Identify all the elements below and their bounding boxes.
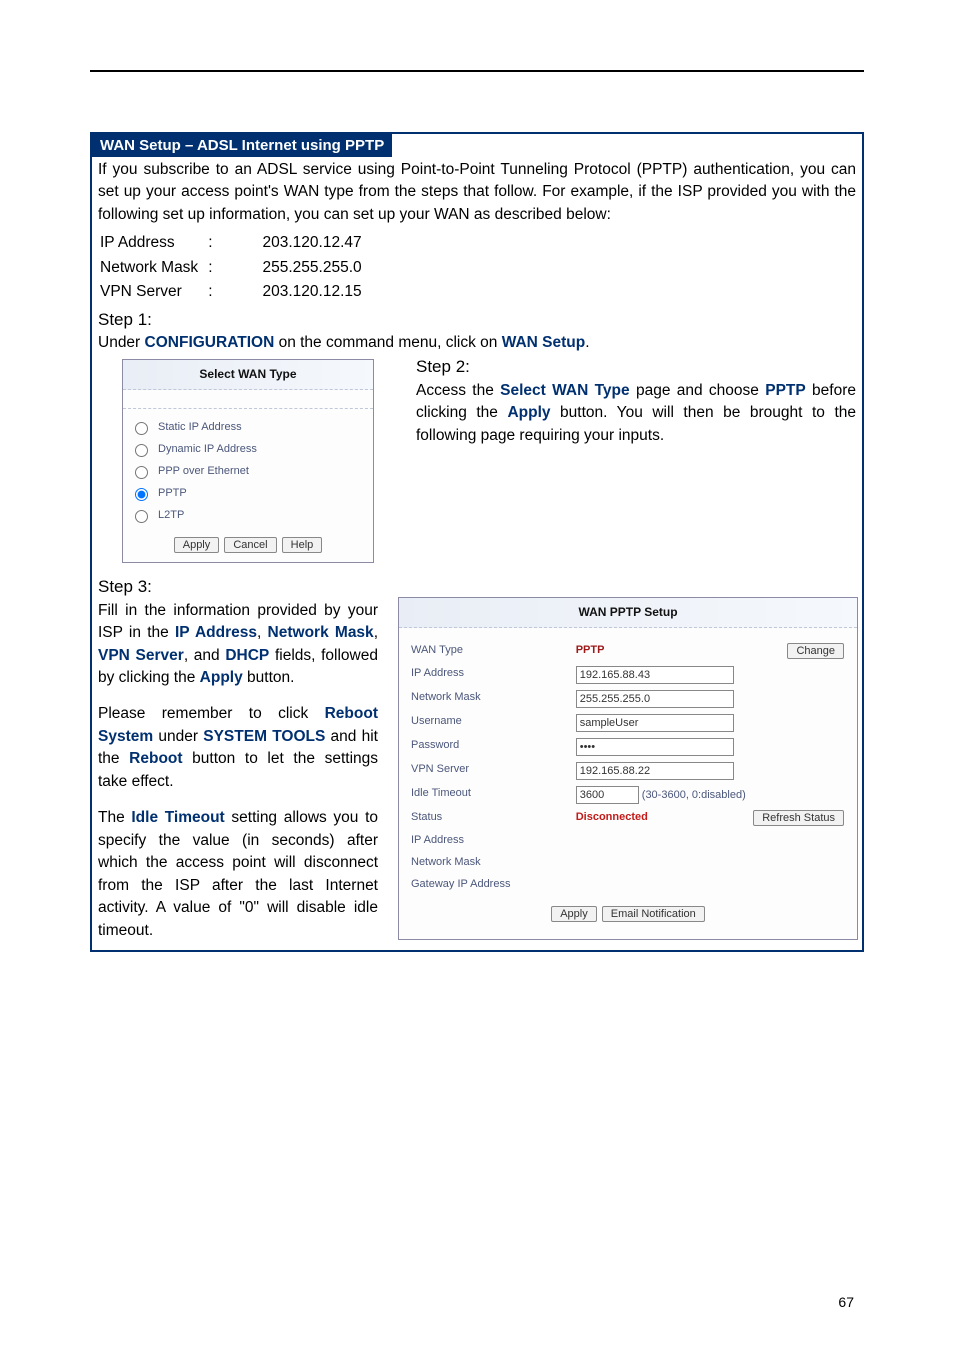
isp-mask-label: Network Mask [100, 257, 206, 279]
radio-input[interactable] [135, 510, 148, 523]
step1-heading: Step 1: [98, 308, 856, 333]
page-number: 67 [838, 1294, 854, 1310]
radio-label: L2TP [158, 508, 184, 524]
fig2-refresh-button[interactable]: Refresh Status [753, 810, 844, 826]
radio-label: Dynamic IP Address [158, 442, 257, 458]
fig2-status-label: Status [407, 807, 572, 830]
fig2-idle-hint: (30-3600, 0:disabled) [642, 789, 746, 801]
fig2-mask-label: Network Mask [407, 687, 572, 711]
radio-static-ip[interactable]: Static IP Address [123, 417, 373, 439]
fig2-idle-input[interactable] [576, 786, 639, 804]
isp-vpn-label: VPN Server [100, 281, 206, 303]
radio-l2tp[interactable]: L2TP [123, 505, 373, 527]
fig2-email-button[interactable]: Email Notification [602, 906, 705, 922]
step3-para2: Please remember to click Reboot System u… [98, 703, 378, 793]
select-wan-type-figure: Select WAN Type Static IP Address Dynami… [122, 359, 374, 563]
fig2-gw-label: Gateway IP Address [407, 874, 572, 896]
radio-input[interactable] [135, 444, 148, 457]
fig2-user-label: Username [407, 711, 572, 735]
fig2-ip-label: IP Address [407, 663, 572, 687]
radio-pppoe[interactable]: PPP over Ethernet [123, 461, 373, 483]
step1-text: Under CONFIGURATION on the command menu,… [98, 332, 856, 354]
fig1-help-button[interactable]: Help [282, 537, 323, 553]
fig2-mask-input[interactable] [576, 690, 734, 708]
radio-label: Static IP Address [158, 420, 242, 436]
fig2-mask2-label: Network Mask [407, 852, 572, 874]
isp-ip-label: IP Address [100, 232, 206, 254]
fig1-title: Select WAN Type [123, 360, 373, 390]
colon: : [208, 232, 220, 254]
section-ribbon: WAN Setup – ADSL Internet using PPTP [92, 134, 392, 157]
isp-info-table: IP Address : 203.120.12.47 Network Mask … [98, 230, 372, 305]
step3-para3: The Idle Timeout setting allows you to s… [98, 807, 378, 942]
fig2-vpn-input[interactable] [576, 762, 734, 780]
fig2-wan-type-label: WAN Type [407, 640, 572, 663]
fig2-title: WAN PPTP Setup [399, 598, 857, 628]
radio-pptp[interactable]: PPTP [123, 483, 373, 505]
fig2-user-input[interactable] [576, 714, 734, 732]
isp-ip-val: 203.120.12.47 [223, 232, 370, 254]
fig2-ip-input[interactable] [576, 666, 734, 684]
fig2-idle-label: Idle Timeout [407, 783, 572, 807]
step3-heading: Step 3: [98, 575, 378, 600]
fig2-status-val: Disconnected [576, 811, 648, 823]
fig2-pass-input[interactable] [576, 738, 734, 756]
wan-pptp-setup-figure: WAN PPTP Setup WAN Type PPTP Change [398, 597, 858, 940]
fig2-wan-type-val: PPTP [576, 644, 605, 656]
radio-input[interactable] [135, 488, 148, 501]
fig2-ip2-label: IP Address [407, 830, 572, 852]
radio-dynamic-ip[interactable]: Dynamic IP Address [123, 439, 373, 461]
fig2-vpn-label: VPN Server [407, 759, 572, 783]
radio-input[interactable] [135, 466, 148, 479]
radio-label: PPTP [158, 486, 187, 502]
fig2-apply-button[interactable]: Apply [551, 906, 597, 922]
fig2-pass-label: Password [407, 735, 572, 759]
fig1-apply-button[interactable]: Apply [174, 537, 220, 553]
step2-heading: Step 2: [416, 355, 856, 380]
radio-input[interactable] [135, 422, 148, 435]
radio-label: PPP over Ethernet [158, 464, 249, 480]
colon: : [208, 281, 220, 303]
step3-para1: Fill in the information provided by your… [98, 600, 378, 690]
step2-text: Access the Select WAN Type page and choo… [416, 380, 856, 447]
isp-vpn-val: 203.120.12.15 [223, 281, 370, 303]
colon: : [208, 257, 220, 279]
fig2-change-button[interactable]: Change [787, 643, 844, 659]
fig1-cancel-button[interactable]: Cancel [224, 537, 276, 553]
isp-mask-val: 255.255.255.0 [223, 257, 370, 279]
intro-text: If you subscribe to an ADSL service usin… [98, 159, 856, 226]
